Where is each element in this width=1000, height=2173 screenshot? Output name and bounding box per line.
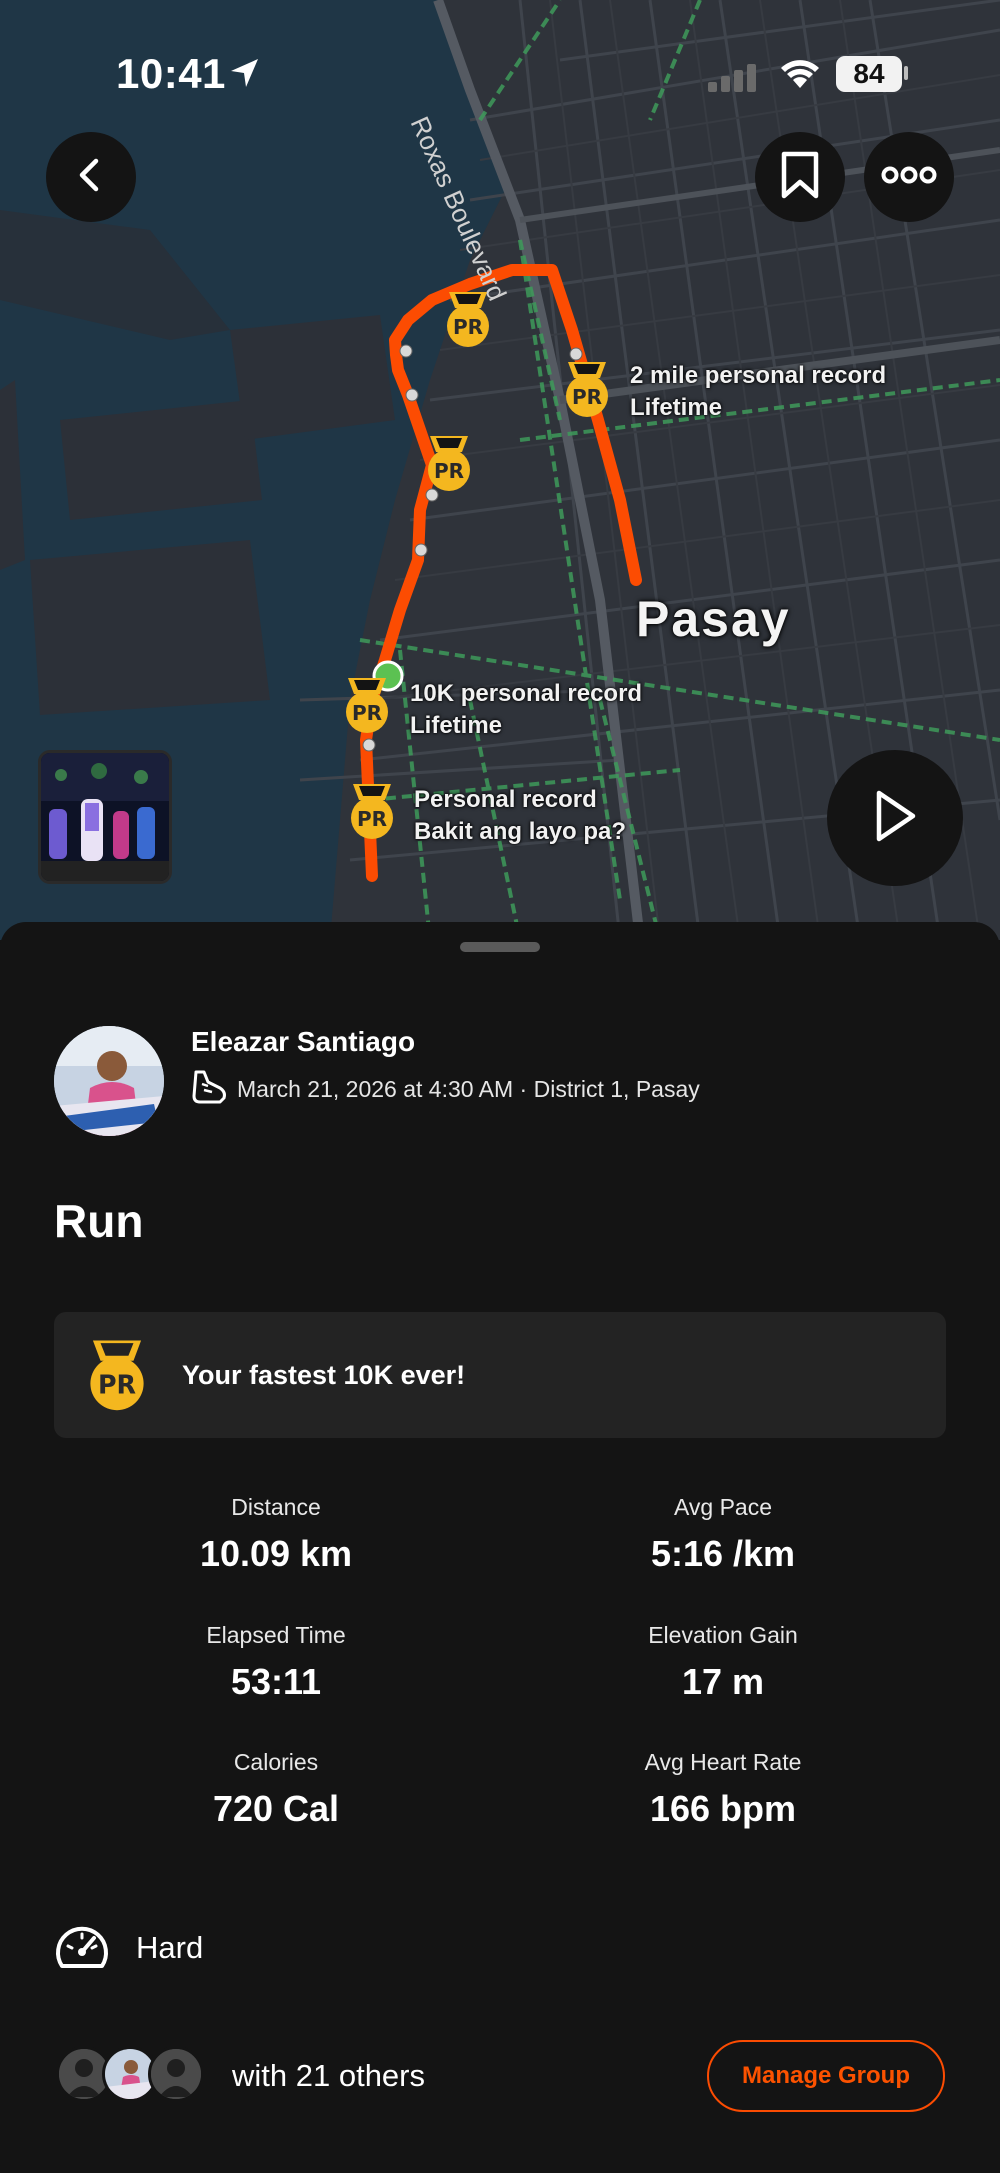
stat-value: 720 Cal bbox=[212, 1788, 340, 1829]
stat-calories: Calories 720 Cal bbox=[56, 1749, 496, 1830]
stat-value: 10.09 km bbox=[199, 1533, 353, 1574]
svg-text:PR: PR bbox=[434, 459, 464, 483]
stat-label: Calories bbox=[233, 1749, 319, 1775]
activity-photo-thumbnail[interactable] bbox=[38, 750, 172, 884]
athlete-name[interactable]: Eleazar Santiago bbox=[191, 1026, 415, 1058]
stat-avg-heart-rate: Avg Heart Rate 166 bpm bbox=[503, 1749, 943, 1830]
svg-text:PR: PR bbox=[453, 315, 483, 339]
location-arrow-icon bbox=[228, 56, 262, 95]
pr-marker-subtitle: Bakit ang layo pa? bbox=[414, 818, 627, 845]
bookmark-icon bbox=[778, 150, 822, 205]
pr-marker-title: 2 mile personal record bbox=[630, 362, 887, 389]
place-label: Pasay bbox=[636, 591, 791, 647]
pr-medal-icon[interactable]: PR bbox=[560, 360, 614, 420]
wifi-icon bbox=[780, 58, 820, 95]
pr-marker-title: Personal record bbox=[414, 786, 597, 813]
group-activity-text[interactable]: with 21 others bbox=[232, 2058, 425, 2094]
pr-marker-title: 10K personal record bbox=[410, 680, 643, 707]
athlete-avatar[interactable] bbox=[54, 1026, 164, 1136]
flyover-play-button[interactable] bbox=[827, 750, 963, 886]
activity-meta: March 21, 2026 at 4:30 AM · District 1, … bbox=[237, 1076, 700, 1102]
play-icon bbox=[871, 789, 919, 848]
route-map[interactable]: Roxas Boulevard Pasay PR PR PR PR PR 2 m… bbox=[0, 0, 1000, 940]
achievement-banner[interactable]: PR Your fastest 10K ever! bbox=[54, 1312, 946, 1438]
perceived-effort[interactable]: Hard bbox=[136, 1930, 203, 1966]
stat-value: 5:16 /km bbox=[650, 1533, 796, 1574]
activity-detail-sheet: Eleazar Santiago March 21, 2026 at 4:30 … bbox=[0, 922, 1000, 2173]
stat-value: 17 m bbox=[681, 1661, 765, 1702]
pr-marker-subtitle: Lifetime bbox=[410, 712, 503, 739]
pr-medal-icon[interactable]: PR bbox=[340, 676, 394, 736]
stat-elapsed-time: Elapsed Time 53:11 bbox=[56, 1622, 496, 1703]
pr-medal-icon[interactable]: PR bbox=[422, 434, 476, 494]
stat-label: Elapsed Time bbox=[206, 1622, 346, 1648]
pr-marker-subtitle: Lifetime bbox=[630, 394, 723, 421]
cellular-signal-icon bbox=[708, 64, 760, 97]
bookmark-button[interactable] bbox=[755, 132, 845, 222]
stat-label: Distance bbox=[231, 1494, 321, 1520]
status-time: 10:41 bbox=[116, 50, 226, 97]
speedometer-icon bbox=[54, 1922, 110, 1977]
stat-avg-pace: Avg Pace 5:16 /km bbox=[503, 1494, 943, 1575]
svg-text:PR: PR bbox=[98, 1370, 136, 1400]
svg-text:PR: PR bbox=[357, 807, 387, 831]
stat-value: 53:11 bbox=[230, 1661, 322, 1702]
battery-tip bbox=[904, 66, 908, 80]
svg-text:PR: PR bbox=[572, 385, 602, 409]
more-options-button[interactable] bbox=[864, 132, 954, 222]
pr-medal-icon[interactable]: PR bbox=[345, 782, 399, 842]
stat-distance: Distance 10.09 km bbox=[56, 1494, 496, 1575]
shoe-icon bbox=[190, 1068, 228, 1111]
group-avatars[interactable] bbox=[56, 2046, 216, 2106]
pr-marker-label: Personal record Bakit ang layo pa? bbox=[414, 784, 626, 848]
stat-label: Avg Heart Rate bbox=[644, 1749, 802, 1775]
manage-group-button[interactable]: Manage Group bbox=[707, 2040, 945, 2112]
stat-elevation-gain: Elevation Gain 17 m bbox=[503, 1622, 943, 1703]
activity-title: Run bbox=[54, 1195, 144, 1247]
stat-value: 166 bpm bbox=[649, 1788, 797, 1829]
more-horizontal-icon bbox=[881, 165, 937, 190]
avatar bbox=[148, 2046, 204, 2102]
stat-label: Avg Pace bbox=[673, 1494, 773, 1520]
pr-medal-icon: PR bbox=[82, 1338, 152, 1419]
stat-label: Elevation Gain bbox=[648, 1622, 798, 1648]
pr-medal-icon[interactable]: PR bbox=[441, 290, 495, 350]
back-button[interactable] bbox=[46, 132, 136, 222]
svg-text:PR: PR bbox=[352, 701, 382, 725]
achievement-text: Your fastest 10K ever! bbox=[182, 1360, 466, 1390]
battery-level: 84 bbox=[836, 56, 902, 92]
pr-marker-label: 2 mile personal record Lifetime bbox=[630, 360, 886, 424]
pr-marker-label: 10K personal record Lifetime bbox=[410, 678, 642, 742]
sheet-drag-handle[interactable] bbox=[460, 942, 540, 952]
status-bar: 10:41 84 bbox=[0, 0, 1000, 150]
chevron-left-icon bbox=[71, 155, 111, 200]
